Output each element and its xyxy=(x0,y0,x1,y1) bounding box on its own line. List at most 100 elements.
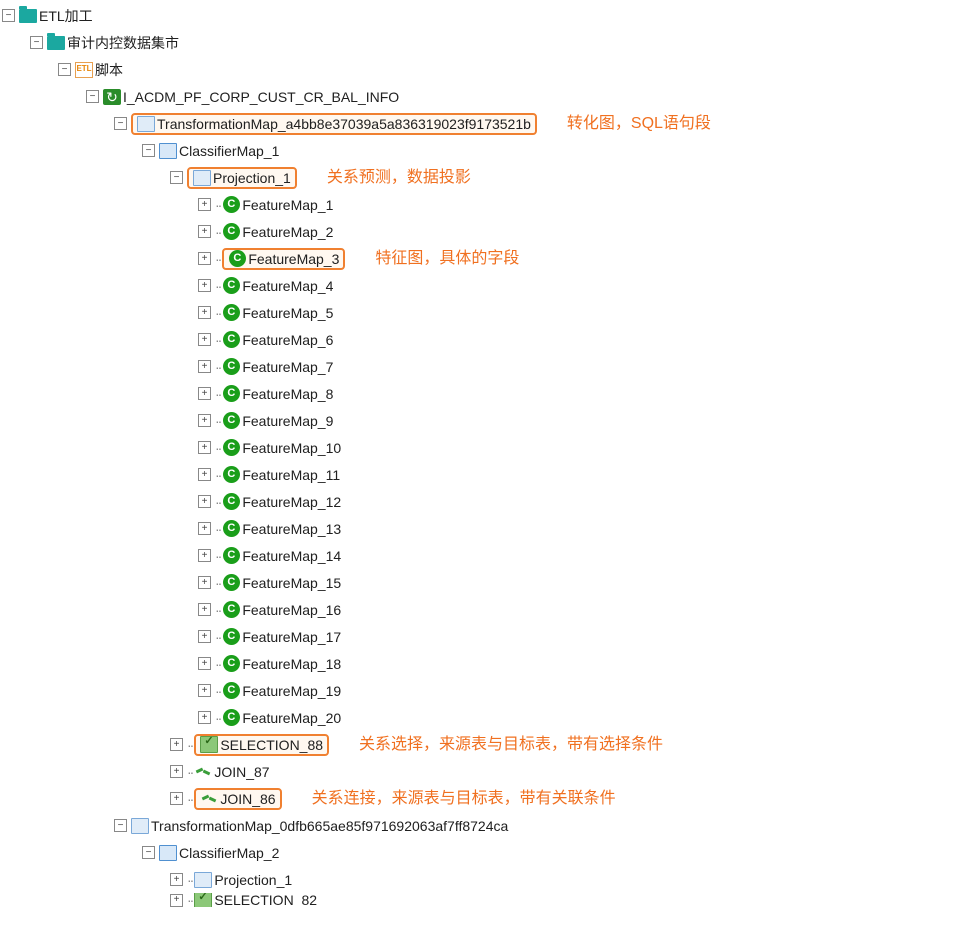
node-label: FeatureMap_6 xyxy=(242,333,333,347)
node-label: FeatureMap_4 xyxy=(242,279,333,293)
collapse-icon[interactable]: − xyxy=(170,171,183,184)
tree-node-featuremap-9[interactable]: +··CFeatureMap_9 xyxy=(2,407,978,434)
collapse-icon[interactable]: − xyxy=(2,9,15,22)
feature-icon: C xyxy=(222,521,240,537)
tree-node-join-87[interactable]: + ·· JOIN_87 xyxy=(2,758,978,785)
tree-connector: ·· xyxy=(215,684,220,698)
tree-node-featuremap-3[interactable]: +··CFeatureMap_3特征图，具体的字段 xyxy=(2,245,978,272)
tree-connector: ·· xyxy=(187,792,192,806)
tree-node-featuremap-4[interactable]: +··CFeatureMap_4 xyxy=(2,272,978,299)
tree-node-selection-88[interactable]: + ·· SELECTION_88 关系选择，来源表与目标表，带有选择条件 xyxy=(2,731,978,758)
tree-node-featuremap-20[interactable]: +··CFeatureMap_20 xyxy=(2,704,978,731)
tree-node-featuremap-14[interactable]: +··CFeatureMap_14 xyxy=(2,542,978,569)
tree-connector: ·· xyxy=(215,387,220,401)
node-label: FeatureMap_16 xyxy=(242,603,341,617)
projection-icon xyxy=(194,872,212,888)
tree-connector: ·· xyxy=(215,576,220,590)
tree-node-featuremap-15[interactable]: +··CFeatureMap_15 xyxy=(2,569,978,596)
tree-node-featuremap-5[interactable]: +··CFeatureMap_5 xyxy=(2,299,978,326)
tree-node-featuremap-1[interactable]: +··CFeatureMap_1 xyxy=(2,191,978,218)
folder-icon xyxy=(19,8,37,24)
expand-icon[interactable]: + xyxy=(198,495,211,508)
collapse-icon[interactable]: − xyxy=(86,90,99,103)
tree-view: − ETL加工 − 审计内控数据集市 − ETL 脚本 − ↻ I_ACDM_P… xyxy=(2,2,978,907)
expand-icon[interactable]: + xyxy=(198,306,211,319)
tree-node-classifiermap-1[interactable]: − ClassifierMap_1 xyxy=(2,137,978,164)
collapse-icon[interactable]: − xyxy=(58,63,71,76)
tree-node-root[interactable]: − ETL加工 xyxy=(2,2,978,29)
refresh-icon: ↻ xyxy=(103,89,121,105)
tree-node-projection-1[interactable]: − Projection_1 关系预测，数据投影 xyxy=(2,164,978,191)
tree-node-job[interactable]: − ↻ I_ACDM_PF_CORP_CUST_CR_BAL_INFO xyxy=(2,83,978,110)
feature-icon: C xyxy=(222,629,240,645)
expand-icon[interactable]: + xyxy=(198,630,211,643)
tree-connector: ·· xyxy=(215,441,220,455)
expand-icon[interactable]: + xyxy=(198,603,211,616)
expand-icon[interactable]: + xyxy=(198,252,211,265)
collapse-icon[interactable]: − xyxy=(114,117,127,130)
highlight-box: TransformationMap_a4bb8e37039a5a83631902… xyxy=(131,113,537,135)
expand-icon[interactable]: + xyxy=(198,684,211,697)
tree-node-featuremap-17[interactable]: +··CFeatureMap_17 xyxy=(2,623,978,650)
node-label: FeatureMap_1 xyxy=(242,198,333,212)
node-label: FeatureMap_10 xyxy=(242,441,341,455)
node-label: SELECTION_82 xyxy=(214,893,317,907)
tree-node-featuremap-18[interactable]: +··CFeatureMap_18 xyxy=(2,650,978,677)
collapse-icon[interactable]: − xyxy=(142,846,155,859)
tree-node-featuremap-8[interactable]: +··CFeatureMap_8 xyxy=(2,380,978,407)
expand-icon[interactable]: + xyxy=(198,198,211,211)
tree-node-featuremap-13[interactable]: +··CFeatureMap_13 xyxy=(2,515,978,542)
tree-node-featuremap-11[interactable]: +··CFeatureMap_11 xyxy=(2,461,978,488)
tree-connector: ·· xyxy=(187,893,192,907)
expand-icon[interactable]: + xyxy=(170,792,183,805)
expand-icon[interactable]: + xyxy=(198,360,211,373)
tree-node-join-86[interactable]: + ·· JOIN_86 关系连接，来源表与目标表，带有关联条件 xyxy=(2,785,978,812)
tree-node-classifiermap-2[interactable]: − ClassifierMap_2 xyxy=(2,839,978,866)
feature-icon: C xyxy=(222,575,240,591)
tree-node-featuremap-12[interactable]: +··CFeatureMap_12 xyxy=(2,488,978,515)
tree-node-featuremap-19[interactable]: +··CFeatureMap_19 xyxy=(2,677,978,704)
expand-icon[interactable]: + xyxy=(198,711,211,724)
expand-icon[interactable]: + xyxy=(198,387,211,400)
expand-icon[interactable]: + xyxy=(198,414,211,427)
tree-node-selection-82[interactable]: + ·· SELECTION_82 xyxy=(2,893,978,907)
etl-icon: ETL xyxy=(75,62,93,78)
collapse-icon[interactable]: − xyxy=(114,819,127,832)
expand-icon[interactable]: + xyxy=(198,333,211,346)
expand-icon[interactable]: + xyxy=(198,576,211,589)
tree-node-featuremap-10[interactable]: +··CFeatureMap_10 xyxy=(2,434,978,461)
tree-connector: ·· xyxy=(215,198,220,212)
expand-icon[interactable]: + xyxy=(198,225,211,238)
expand-icon[interactable]: + xyxy=(170,873,183,886)
tree-node-featuremap-7[interactable]: +··CFeatureMap_7 xyxy=(2,353,978,380)
expand-icon[interactable]: + xyxy=(198,657,211,670)
node-label: FeatureMap_20 xyxy=(242,711,341,725)
classifier-icon xyxy=(159,845,177,861)
expand-icon[interactable]: + xyxy=(198,522,211,535)
tree-node-script[interactable]: − ETL 脚本 xyxy=(2,56,978,83)
expand-icon[interactable]: + xyxy=(198,279,211,292)
annotation-transformationmap: 转化图，SQL语句段 xyxy=(567,116,711,132)
collapse-icon[interactable]: − xyxy=(30,36,43,49)
expand-icon[interactable]: + xyxy=(198,549,211,562)
tree-node-projection-2[interactable]: + ·· Projection_1 xyxy=(2,866,978,893)
feature-icon: C xyxy=(222,278,240,294)
expand-icon[interactable]: + xyxy=(170,738,183,751)
expand-icon[interactable]: + xyxy=(170,894,183,907)
tree-node-transformationmap-1[interactable]: − TransformationMap_a4bb8e37039a5a836319… xyxy=(2,110,978,137)
collapse-icon[interactable]: − xyxy=(142,144,155,157)
node-label: FeatureMap_5 xyxy=(242,306,333,320)
expand-icon[interactable]: + xyxy=(198,441,211,454)
tree-node-transformationmap-2[interactable]: − TransformationMap_0dfb665ae85f97169206… xyxy=(2,812,978,839)
tree-node-datamart[interactable]: − 审计内控数据集市 xyxy=(2,29,978,56)
expand-icon[interactable]: + xyxy=(170,765,183,778)
node-label: FeatureMap_7 xyxy=(242,360,333,374)
feature-icon: C xyxy=(222,602,240,618)
highlight-box: JOIN_86 xyxy=(194,788,281,810)
feature-icon: C xyxy=(222,683,240,699)
tree-node-featuremap-16[interactable]: +··CFeatureMap_16 xyxy=(2,596,978,623)
node-label: FeatureMap_13 xyxy=(242,522,341,536)
tree-node-featuremap-2[interactable]: +··CFeatureMap_2 xyxy=(2,218,978,245)
expand-icon[interactable]: + xyxy=(198,468,211,481)
tree-node-featuremap-6[interactable]: +··CFeatureMap_6 xyxy=(2,326,978,353)
